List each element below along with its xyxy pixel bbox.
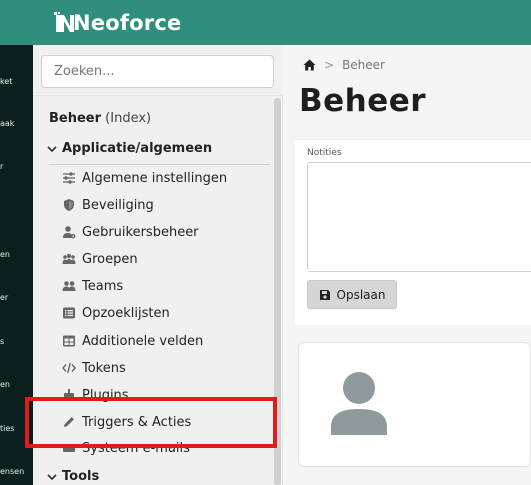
rail-item[interactable]: ket [0,77,33,91]
sliders-icon [61,170,77,186]
home-icon[interactable] [303,59,316,71]
save-label: Opslaan [336,287,386,302]
main-content: > Beheer Beheer Notities Opslaan [283,45,531,485]
app-logo[interactable]: Neoforce [54,8,181,38]
chevron-down-icon [47,145,57,152]
shield-icon [61,197,77,213]
rail-item[interactable]: s [0,337,33,351]
rail-item[interactable]: r [0,162,33,176]
code-icon [61,360,77,376]
floppy-icon [319,289,330,300]
group-tools[interactable]: Tools [45,469,99,484]
group-label: Tools [62,469,100,484]
users-icon [61,251,77,267]
breadcrumb: > Beheer [303,58,385,72]
breadcrumb-separator: > [324,58,335,72]
app-name: Neoforce [73,11,182,35]
notes-textarea[interactable] [307,162,531,272]
nav-item-label: Gebruikersbeheer [82,224,199,240]
nav-item-additionele-velden[interactable]: Additionele velden [61,330,271,352]
search-container [33,45,283,96]
nav-item-gebruikersbeheer[interactable]: Gebruikersbeheer [61,221,271,243]
rail-item[interactable]: ensen [0,467,33,481]
chevron-down-icon [47,473,57,480]
nav-item-opzoeklijsten[interactable]: Opzoeklijsten [61,302,271,324]
table-icon [61,333,77,349]
highlight-box [25,397,277,448]
nav-item-tokens[interactable]: Tokens [61,357,271,379]
nav-item-label: Additionele velden [82,333,204,349]
search-input[interactable] [41,55,274,88]
avatar-icon [331,372,387,435]
nav-item-label: Opzoeklijsten [82,305,170,321]
rail-item[interactable]: en [0,380,33,394]
user-gear-icon [61,224,77,240]
team-icon [61,278,77,294]
notes-card: Notities Opslaan [295,139,531,325]
nav-item-label: Beveiliging [82,197,154,213]
rail-item[interactable]: aak [0,119,33,133]
list-icon [61,305,77,321]
group-applicatie[interactable]: Applicatie/algemeen [45,141,212,156]
profile-card [298,342,531,467]
divider [49,164,270,165]
nav-item-teams[interactable]: Teams [61,275,271,297]
nav-item-groepen[interactable]: Groepen [61,248,271,270]
rail-item[interactable]: er [0,293,33,307]
breadcrumb-current[interactable]: Beheer [342,58,385,72]
rail-item[interactable]: en [0,250,33,264]
nav-title[interactable]: Beheer (Index) [49,111,151,126]
nav-item-algemene-instellingen[interactable]: Algemene instellingen [61,167,271,189]
nav-title-suffix: (Index) [105,111,152,126]
nav-item-label: Groepen [82,251,138,267]
nav-item-label: Algemene instellingen [82,170,228,186]
nav-item-label: Teams [82,278,124,294]
nav-item-beveiliging[interactable]: Beveiliging [61,194,271,216]
logo-icon [54,12,74,32]
save-button[interactable]: Opslaan [307,280,397,309]
group-label: Applicatie/algemeen [62,141,213,156]
page-title: Beheer [299,83,427,119]
notes-label: Notities [307,148,342,158]
nav-item-label: Tokens [82,360,126,376]
top-bar: Neoforce [0,0,531,45]
nav-title-label: Beheer [49,111,102,126]
